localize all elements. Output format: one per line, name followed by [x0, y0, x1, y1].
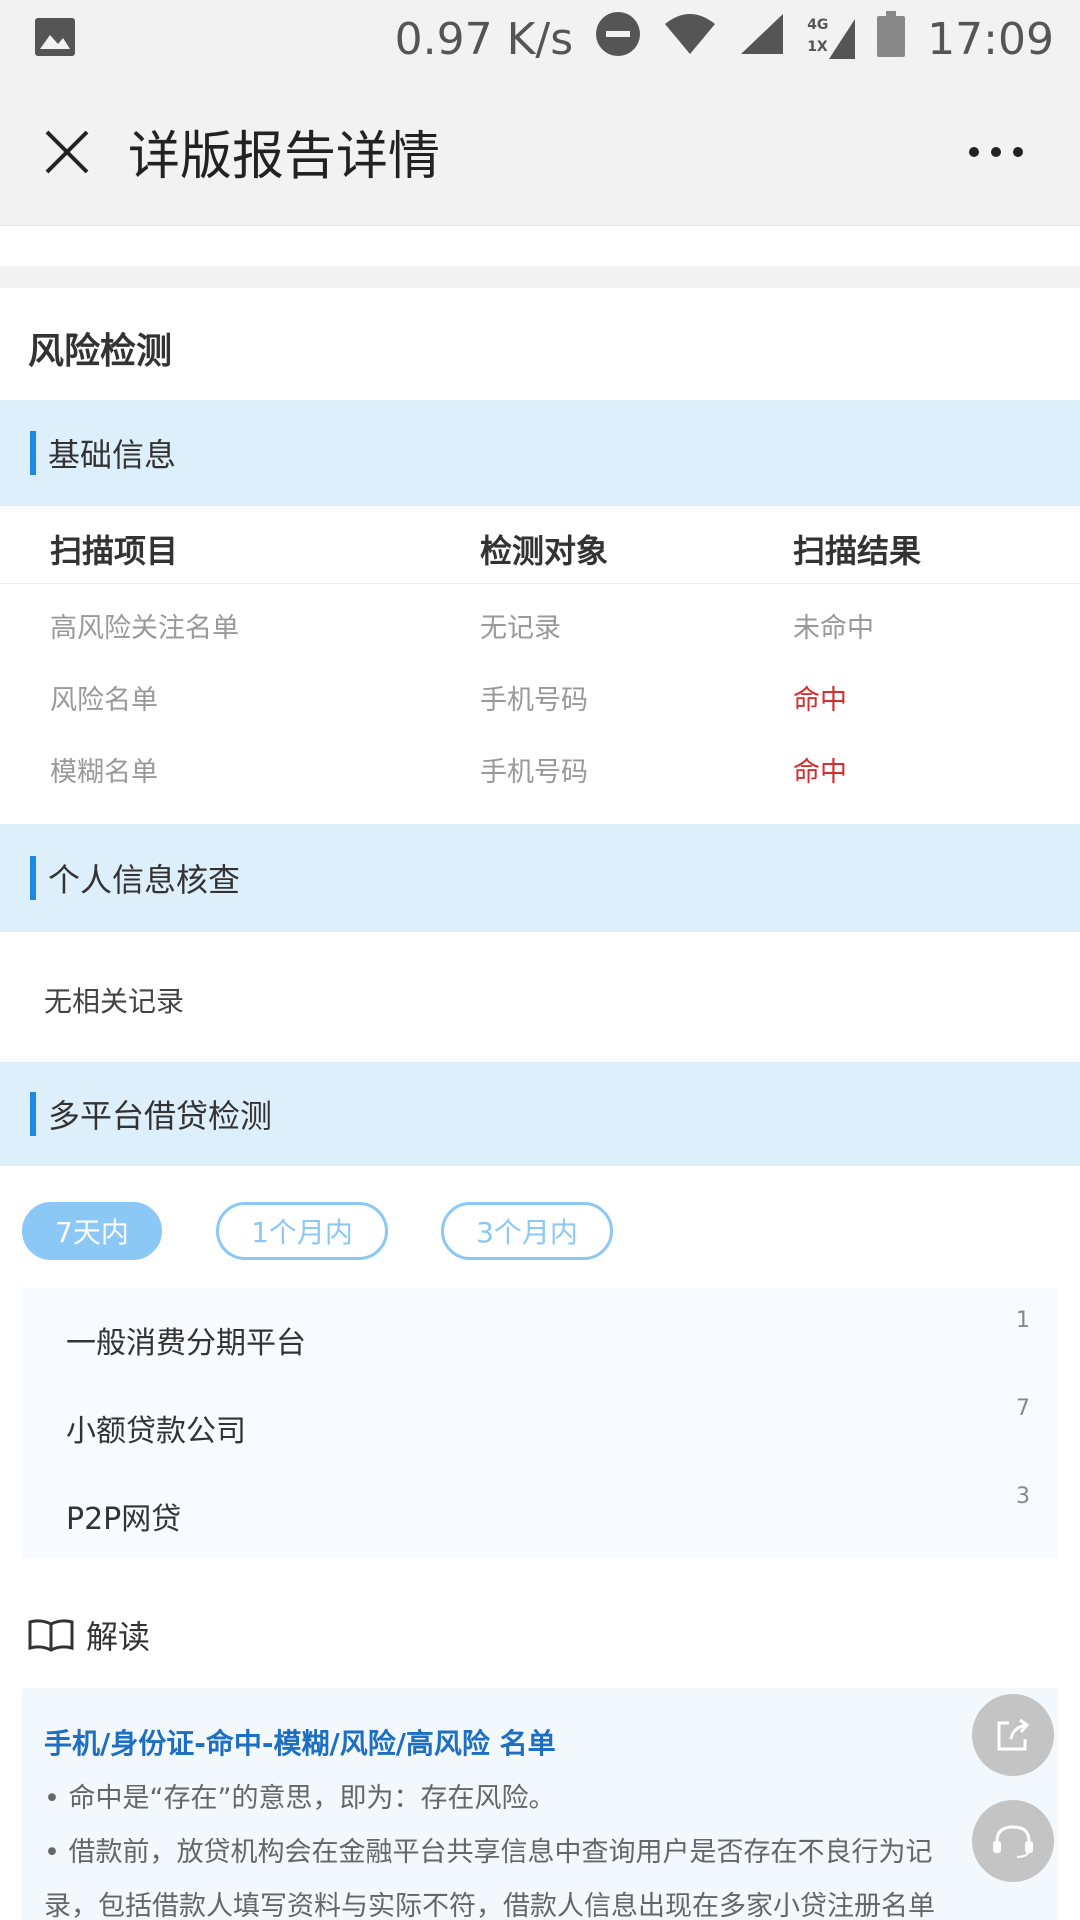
- tab-1-month[interactable]: 1个月内: [216, 1202, 388, 1260]
- row-target: 手机号码: [480, 757, 588, 788]
- platform-name: 小额贷款公司: [66, 1414, 246, 1449]
- share-button[interactable]: [972, 1694, 1054, 1776]
- share-icon: [997, 1718, 1030, 1751]
- row-target: 无记录: [480, 613, 561, 644]
- close-icon: [45, 130, 89, 173]
- platform-count: 1: [1016, 1308, 1030, 1333]
- app-bar: 详版报告详情: [0, 78, 1080, 226]
- close-button[interactable]: [22, 107, 112, 197]
- table-row: 模糊名单 手机号码 命中: [0, 732, 1080, 804]
- row-item: 风险名单: [50, 685, 158, 716]
- tab-3-months[interactable]: 3个月内: [441, 1202, 613, 1260]
- column-target: 检测对象: [480, 532, 609, 570]
- column-result: 扫描结果: [793, 532, 922, 570]
- row-target: 手机号码: [480, 685, 588, 716]
- row-result: 命中: [793, 757, 847, 788]
- interpretation-title: 解读: [86, 1618, 151, 1656]
- network-4g-icon: 4G 1X: [807, 17, 856, 61]
- list-item: 小额贷款公司 7: [44, 1396, 1044, 1456]
- battery-icon: [877, 10, 906, 68]
- multi-platform-title: 多平台借贷检测: [48, 1097, 273, 1135]
- interpretation-line: • 命中是“存在”的意思，即为：存在风险。: [44, 1783, 556, 1814]
- tab-7-days[interactable]: 7天内: [22, 1202, 162, 1260]
- table-row: 高风险关注名单 无记录 未命中: [0, 588, 1080, 660]
- loan-stats-list: 一般消费分期平台 1 小额贷款公司 7 P2P网贷 3: [22, 1288, 1058, 1558]
- gallery-icon: [34, 17, 76, 61]
- interpretation-content: 手机/身份证-命中-模糊/风险/高风险 名单 • 命中是“存在”的意思，即为：存…: [22, 1688, 1058, 1920]
- customer-service-button[interactable]: [972, 1800, 1054, 1882]
- empty-state-text: 无相关记录: [44, 985, 185, 1018]
- personal-check-title: 个人信息核查: [48, 861, 241, 899]
- do-not-disturb-icon: [595, 11, 641, 68]
- basic-info-header: 基础信息: [0, 400, 1080, 506]
- page-title: 详版报告详情: [128, 127, 441, 187]
- multi-platform-header: 多平台借贷检测: [0, 1062, 1080, 1166]
- accent-bar: [30, 1092, 36, 1136]
- wifi-icon: [663, 12, 717, 67]
- accent-bar: [30, 431, 36, 475]
- basic-info-title: 基础信息: [48, 436, 177, 474]
- net-speed: 0.97 K/s: [394, 13, 574, 65]
- status-bar: 0.97 K/s 4G 1X 17:09: [0, 0, 1080, 78]
- more-dots-icon: [969, 146, 1023, 157]
- personal-check-header: 个人信息核查: [0, 824, 1080, 932]
- platform-name: P2P网贷: [66, 1502, 182, 1537]
- divider: [0, 266, 1080, 288]
- platform-count: 7: [1016, 1396, 1030, 1421]
- interpretation-header: 解读: [28, 1612, 150, 1658]
- more-options-button[interactable]: [956, 112, 1036, 192]
- cell-signal-icon: [739, 12, 785, 67]
- book-icon: [28, 1619, 74, 1652]
- table-row: 风险名单 手机号码 命中: [0, 660, 1080, 732]
- row-item: 高风险关注名单: [50, 613, 239, 644]
- interpretation-line: 录，包括借款人填写资料与实际不符，借款人信息出现在多家小贷注册名单: [44, 1891, 935, 1920]
- column-scan-item: 扫描项目: [50, 532, 179, 570]
- row-result: 未命中: [793, 613, 874, 644]
- section-title: 风险检测: [28, 331, 173, 372]
- headset-icon: [993, 1825, 1033, 1858]
- clock: 17:09: [927, 13, 1054, 65]
- platform-count: 3: [1016, 1484, 1030, 1509]
- row-item: 模糊名单: [50, 757, 158, 788]
- interpretation-heading: 手机/身份证-命中-模糊/风险/高风险 名单: [44, 1727, 556, 1760]
- row-result: 命中: [793, 685, 847, 716]
- accent-bar: [30, 856, 36, 900]
- list-item: 一般消费分期平台 1: [44, 1308, 1044, 1368]
- platform-name: 一般消费分期平台: [66, 1326, 306, 1361]
- interpretation-line: • 借款前，放贷机构会在金融平台共享信息中查询用户是否存在不良行为记: [44, 1837, 933, 1868]
- table-header: 扫描项目 检测对象 扫描结果: [0, 508, 1080, 584]
- list-item: P2P网贷 3: [44, 1484, 1044, 1544]
